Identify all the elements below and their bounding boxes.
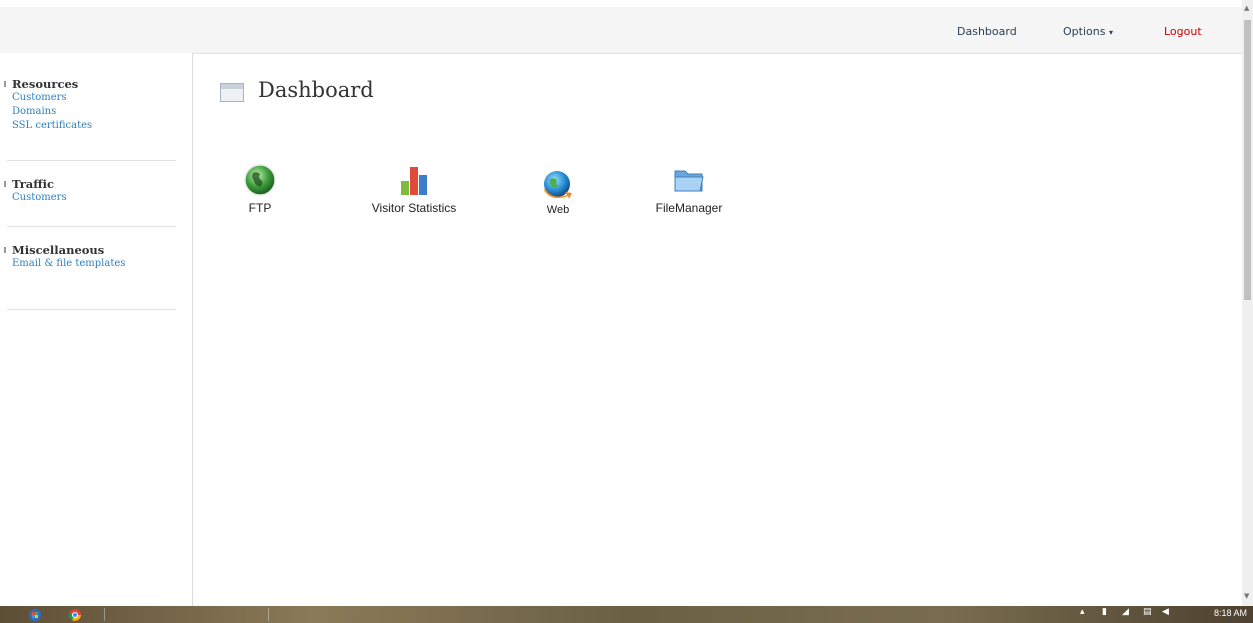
- tile-visitor-statistics[interactable]: Visitor Statistics: [360, 163, 468, 215]
- tray-network-icon[interactable]: ◢: [1122, 607, 1129, 617]
- taskbar-clock[interactable]: 8:18 AM: [1214, 608, 1247, 618]
- taskbar-separator: [268, 608, 269, 621]
- top-nav-bar: Dashboard Options ▾ Logout: [0, 7, 1242, 54]
- tile-label: Web: [546, 204, 570, 216]
- scroll-up-arrow-icon[interactable]: ▲: [1244, 4, 1249, 12]
- sidebar-section-resources: Resources Customers Domains SSL certific…: [0, 77, 176, 133]
- sidebar-item-traffic-customers[interactable]: Customers: [12, 191, 176, 205]
- tray-battery-icon[interactable]: ▤: [1143, 607, 1152, 617]
- sidebar: Resources Customers Domains SSL certific…: [0, 53, 193, 606]
- vertical-scrollbar[interactable]: ▲ ▼: [1242, 0, 1253, 606]
- bar-chart-icon: [401, 167, 427, 195]
- start-button-icon[interactable]: [27, 608, 43, 622]
- tray-overflow-icon[interactable]: ▴: [1080, 607, 1085, 617]
- nav-options-label: Options: [1063, 25, 1106, 38]
- sidebar-item-customers[interactable]: Customers: [12, 91, 176, 105]
- windows-taskbar: ▴ ▮ ◢ ▤ ◀ 8:18 AM: [0, 606, 1253, 623]
- sidebar-divider: [7, 309, 176, 310]
- scroll-thumb[interactable]: [1244, 20, 1251, 300]
- sidebar-item-domains[interactable]: Domains: [12, 105, 176, 119]
- chrome-browser-icon[interactable]: [68, 608, 82, 622]
- nav-dashboard-link[interactable]: Dashboard: [957, 25, 1017, 38]
- sidebar-divider: [7, 226, 176, 227]
- tile-filemanager[interactable]: FileManager: [650, 163, 728, 215]
- globe-icon: [244, 164, 276, 196]
- sidebar-section-miscellaneous: Miscellaneous Email & file templates: [0, 243, 176, 271]
- tray-action-center-icon[interactable]: ▮: [1102, 607, 1107, 617]
- chevron-down-icon: ▾: [1108, 28, 1113, 37]
- web-globe-icon: [544, 171, 572, 199]
- tile-web[interactable]: Web: [536, 168, 580, 216]
- scroll-down-arrow-icon[interactable]: ▼: [1244, 592, 1249, 600]
- sidebar-section-title: Traffic: [4, 177, 176, 191]
- sidebar-divider: [7, 160, 176, 161]
- nav-logout-link[interactable]: Logout: [1164, 25, 1202, 38]
- nav-options-menu[interactable]: Options ▾: [1063, 25, 1113, 38]
- tile-label: Visitor Statistics: [371, 201, 457, 215]
- page-title: Dashboard: [258, 78, 374, 102]
- sidebar-item-email-file-templates[interactable]: Email & file templates: [12, 257, 176, 271]
- dashboard-window-icon: [220, 83, 244, 102]
- tile-label: FileManager: [655, 201, 723, 215]
- tray-volume-icon[interactable]: ◀: [1162, 607, 1169, 617]
- folder-icon: [674, 170, 704, 192]
- tile-label: FTP: [248, 201, 272, 215]
- sidebar-item-ssl-certificates[interactable]: SSL certificates: [12, 119, 176, 133]
- tile-ftp[interactable]: FTP: [240, 163, 280, 215]
- sidebar-section-title: Resources: [4, 77, 176, 91]
- sidebar-section-title: Miscellaneous: [4, 243, 176, 257]
- taskbar-separator: [104, 608, 105, 621]
- sidebar-section-traffic: Traffic Customers: [0, 177, 176, 205]
